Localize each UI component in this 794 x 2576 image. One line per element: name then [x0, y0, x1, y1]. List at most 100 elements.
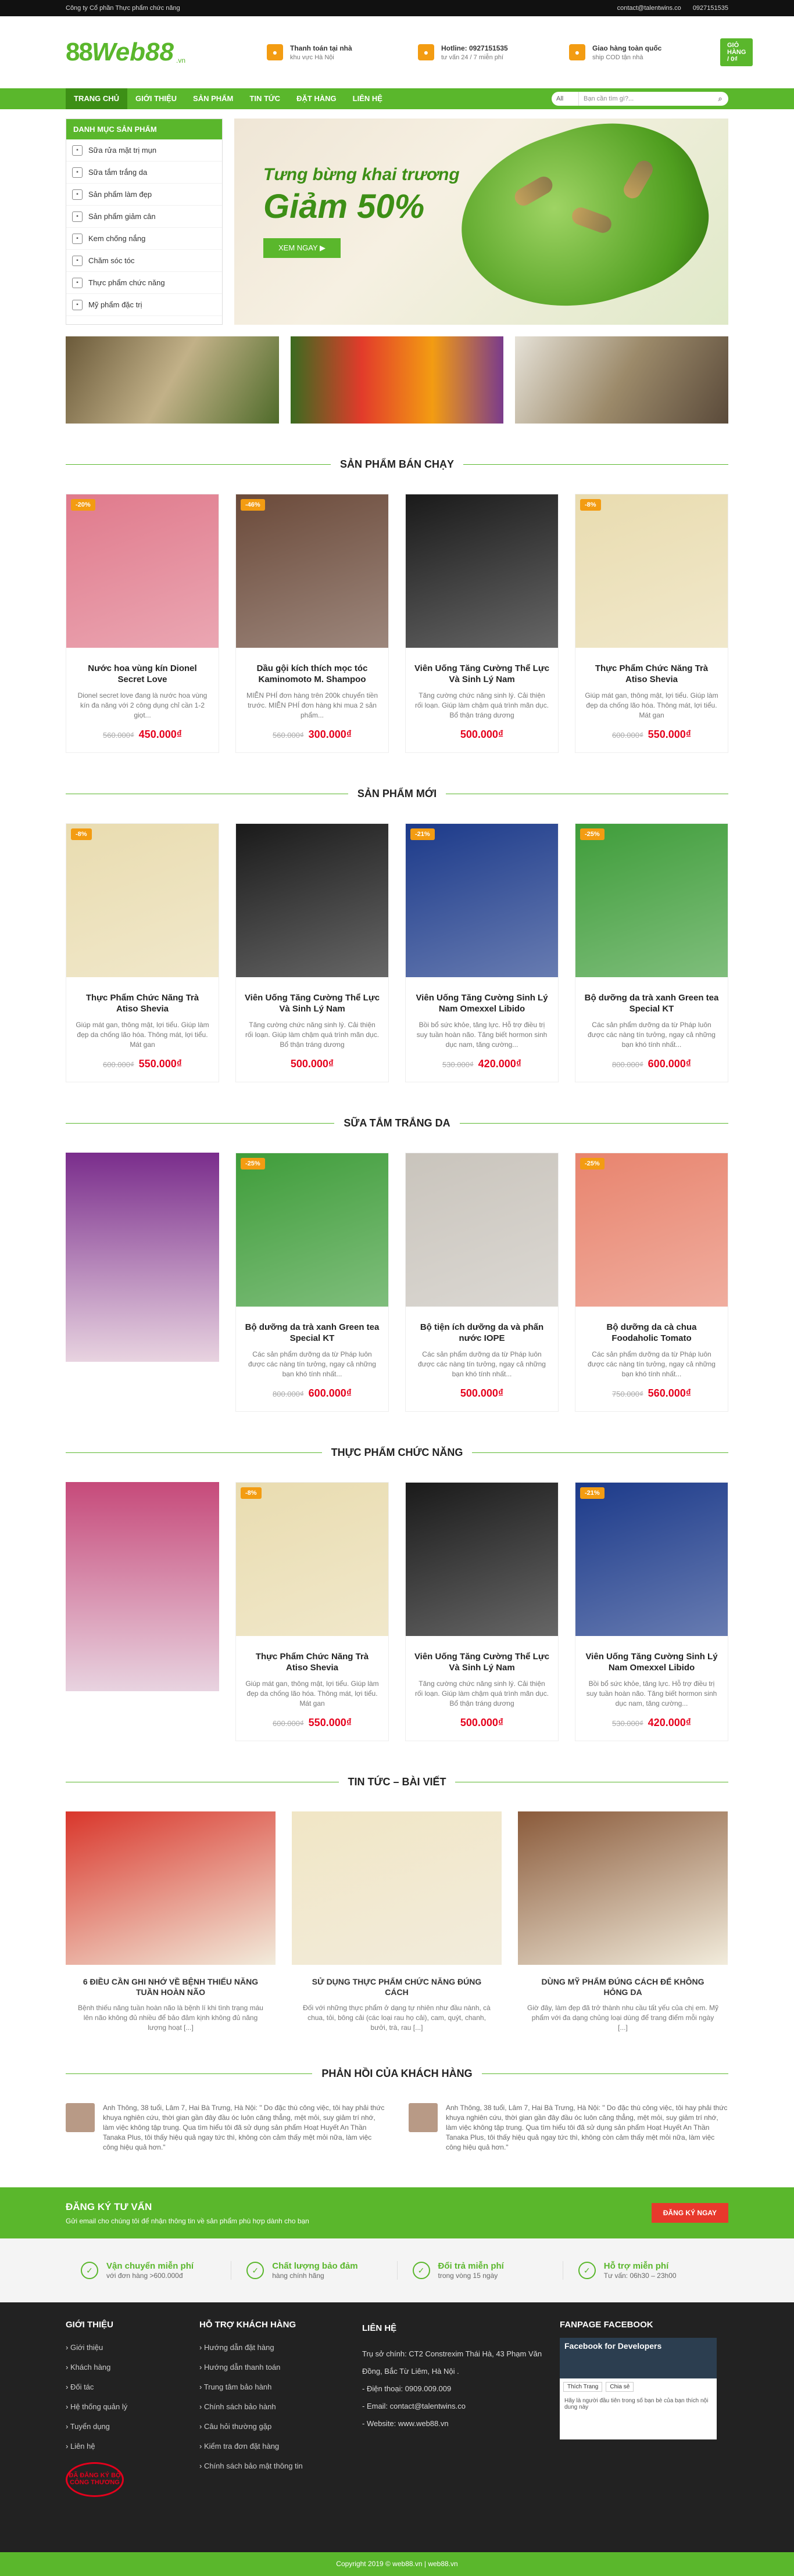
slider-button[interactable]: XEM NGAY ▶ — [263, 238, 341, 258]
product-name[interactable]: Viên Uống Tăng Cường Sinh Lý Nam Omexxel… — [414, 992, 550, 1014]
product-image[interactable]: -21% — [575, 1483, 728, 1636]
category-item[interactable]: ▪ Sữa rửa mặt trị mụn — [66, 139, 222, 162]
news-title[interactable]: DÙNG MỸ PHẨM ĐÚNG CÁCH ĐỂ KHÔNG HỎNG DA — [530, 1976, 716, 1997]
news-card[interactable]: DÙNG MỸ PHẨM ĐÚNG CÁCH ĐỂ KHÔNG HỎNG DA G… — [518, 1811, 728, 2033]
category-item[interactable]: ▪ Sữa tắm trắng da — [66, 162, 222, 184]
product-image[interactable]: -21% — [406, 824, 558, 977]
product-card[interactable]: -21% Viên Uống Tăng Cường Sinh Lý Nam Ome… — [575, 1482, 728, 1741]
logo[interactable]: 88 Web88 .vn — [66, 38, 185, 67]
product-name[interactable]: Viên Uống Tăng Cường Sinh Lý Nam Omexxel… — [584, 1651, 720, 1673]
nav-item[interactable]: ĐẶT HÀNG — [288, 88, 345, 109]
product-card[interactable]: -46% Dầu gội kích thích mọc tóc Kaminomot… — [235, 494, 389, 753]
product-card[interactable]: Bộ tiện ích dưỡng da và phấn nước IOPE Cá… — [405, 1153, 559, 1412]
product-card[interactable]: -20% Nước hoa vùng kín Dionel Secret Love… — [66, 494, 219, 753]
product-image[interactable] — [406, 1153, 558, 1307]
footer-link[interactable]: Chính sách bảo mật thông tin — [199, 2456, 345, 2476]
product-name[interactable]: Viên Uống Tăng Cường Thể Lực Và Sinh Lý … — [244, 992, 380, 1014]
product-image[interactable]: -46% — [236, 494, 388, 648]
product-card[interactable]: -8% Thực Phẩm Chức Năng Trà Atiso Shevia G… — [235, 1482, 389, 1741]
hero-slider[interactable]: Tưng bừng khai trương Giảm 50% XEM NGAY … — [234, 119, 728, 325]
product-name[interactable]: Thực Phẩm Chức Năng Trà Atiso Shevia — [244, 1651, 380, 1673]
product-image[interactable] — [406, 494, 558, 648]
footer-link[interactable]: Hướng dẫn đặt hàng — [199, 2338, 345, 2358]
product-name[interactable]: Bộ dưỡng da cà chua Foodaholic Tomato — [584, 1322, 720, 1344]
footer-link[interactable]: Trung tâm bảo hành — [199, 2377, 345, 2397]
footer-link[interactable]: Tuyển dụng — [66, 2417, 182, 2437]
facebook-box[interactable]: Facebook for Developers Thích Trang Chia… — [560, 2338, 717, 2439]
nav-item[interactable]: SẢN PHẨM — [185, 88, 241, 109]
product-card[interactable]: -25% Bộ dưỡng da cà chua Foodaholic Tomat… — [575, 1153, 728, 1412]
category-item[interactable]: ▪ Sản phẩm giảm cân — [66, 206, 222, 228]
news-card[interactable]: SỬ DỤNG THỰC PHẨM CHỨC NĂNG ĐÚNG CÁCH Đối… — [292, 1811, 502, 2033]
footer-link[interactable]: Liên hệ — [66, 2437, 182, 2456]
fb-share-button[interactable]: Chia sẻ — [606, 2382, 634, 2392]
product-name[interactable]: Nước hoa vùng kín Dionel Secret Love — [74, 663, 210, 685]
promo-banner[interactable] — [66, 1482, 219, 1691]
dmca-badge[interactable]: ĐÃ ĐĂNG KÝ BỘ CÔNG THƯƠNG — [66, 2462, 124, 2497]
footer-link[interactable]: Đối tác — [66, 2377, 182, 2397]
product-card[interactable]: -25% Bộ dưỡng da trà xanh Green tea Speci… — [235, 1153, 389, 1412]
nav-item[interactable]: TRANG CHỦ — [66, 88, 127, 109]
category-item[interactable]: ▪ Thực phẩm chức năng — [66, 272, 222, 294]
product-name[interactable]: Bộ tiện ích dưỡng da và phấn nước IOPE — [414, 1322, 550, 1344]
product-image[interactable]: -8% — [66, 824, 219, 977]
news-title[interactable]: SỬ DỤNG THỰC PHẨM CHỨC NĂNG ĐÚNG CÁCH — [303, 1976, 490, 1997]
product-name[interactable]: Bộ dưỡng da trà xanh Green tea Special K… — [244, 1322, 380, 1344]
category-item[interactable]: ▪ Mỹ phẩm đặc trị — [66, 294, 222, 316]
banner-capsules[interactable] — [66, 336, 279, 424]
footer-link[interactable]: Khách hàng — [66, 2358, 182, 2377]
product-image[interactable]: -8% — [236, 1483, 388, 1636]
product-image[interactable] — [406, 1483, 558, 1636]
footer-link[interactable]: Chính sách bảo hành — [199, 2397, 345, 2417]
product-name[interactable]: Thực Phẩm Chức Năng Trà Atiso Shevia — [74, 992, 210, 1014]
news-image[interactable] — [66, 1811, 276, 1965]
footer-link[interactable]: Câu hỏi thường gặp — [199, 2417, 345, 2437]
nav-item[interactable]: LIÊN HỆ — [345, 88, 391, 109]
product-price: 600.000₫ 550.000₫ — [575, 729, 728, 741]
product-image[interactable]: -25% — [236, 1153, 388, 1307]
footer-link[interactable]: Hướng dẫn thanh toán — [199, 2358, 345, 2377]
product-name[interactable]: Viên Uống Tăng Cường Thể Lực Và Sinh Lý … — [414, 663, 550, 685]
news-card[interactable]: 6 ĐIỀU CẦN GHI NHỚ VỀ BỆNH THIẾU NĂNG TU… — [66, 1811, 276, 2033]
product-image[interactable]: -25% — [575, 1153, 728, 1307]
product-image[interactable]: -25% — [575, 824, 728, 977]
search-input[interactable]: Bạn cần tìm gì?... — [578, 92, 712, 106]
search-icon[interactable]: ⌕ — [712, 92, 728, 106]
footer-link[interactable]: Kiểm tra đơn đặt hàng — [199, 2437, 345, 2456]
news-image[interactable] — [292, 1811, 502, 1965]
product-image[interactable]: -8% — [575, 494, 728, 648]
banner-pills[interactable] — [515, 336, 729, 424]
product-card[interactable]: -8% Thực Phẩm Chức Năng Trà Atiso Shevia G… — [575, 494, 728, 753]
top-phone[interactable]: 0927151535 — [693, 5, 728, 12]
footer-link[interactable]: Hệ thống quản lý — [66, 2397, 182, 2417]
subscribe-button[interactable]: ĐĂNG KÝ NGAY — [651, 2203, 728, 2223]
product-card[interactable]: Viên Uống Tăng Cường Thể Lực Và Sinh Lý … — [235, 823, 389, 1082]
banner-fruits[interactable] — [290, 336, 504, 424]
product-name[interactable]: Bộ dưỡng da trà xanh Green tea Special K… — [584, 992, 720, 1014]
product-image[interactable] — [236, 824, 388, 977]
search-category-select[interactable]: All — [552, 92, 578, 106]
nav-item[interactable]: GIỚI THIỆU — [127, 88, 185, 109]
news-title[interactable]: 6 ĐIỀU CẦN GHI NHỚ VỀ BỆNH THIẾU NĂNG TU… — [77, 1976, 264, 1997]
nav-item[interactable]: TIN TỨC — [241, 88, 288, 109]
product-card[interactable]: Viên Uống Tăng Cường Thể Lực Và Sinh Lý … — [405, 494, 559, 753]
product-card[interactable]: -21% Viên Uống Tăng Cường Sinh Lý Nam Ome… — [405, 823, 559, 1082]
product-image[interactable]: -20% — [66, 494, 219, 648]
category-item[interactable]: ▪ Kem chống nắng — [66, 228, 222, 250]
product-card[interactable]: -8% Thực Phẩm Chức Năng Trà Atiso Shevia G… — [66, 823, 219, 1082]
footer-link[interactable]: Giới thiệu — [66, 2338, 182, 2358]
fb-like-button[interactable]: Thích Trang — [563, 2382, 603, 2392]
product-name[interactable]: Thực Phẩm Chức Năng Trà Atiso Shevia — [584, 663, 720, 685]
product-name[interactable]: Dầu gội kích thích mọc tóc Kaminomoto M.… — [244, 663, 380, 685]
promo-banner[interactable] — [66, 1153, 219, 1362]
product-card[interactable]: Viên Uống Tăng Cường Thể Lực Và Sinh Lý … — [405, 1482, 559, 1741]
product-card[interactable]: -25% Bộ dưỡng da trà xanh Green tea Speci… — [575, 823, 728, 1082]
product-price: 600.000₫ 550.000₫ — [66, 1058, 219, 1070]
product-desc: Bồi bổ sức khỏe, tăng lực. Hỗ trợ điều t… — [416, 1021, 548, 1049]
product-name[interactable]: Viên Uống Tăng Cường Thể Lực Và Sinh Lý … — [414, 1651, 550, 1673]
category-item[interactable]: ▪ Chăm sóc tóc — [66, 250, 222, 272]
cart-button[interactable]: GIỎ HÀNG / 0₫ — [720, 38, 753, 66]
top-email[interactable]: contact@talentwins.co — [617, 5, 681, 12]
category-item[interactable]: ▪ Sản phẩm làm đẹp — [66, 184, 222, 206]
news-image[interactable] — [518, 1811, 728, 1965]
